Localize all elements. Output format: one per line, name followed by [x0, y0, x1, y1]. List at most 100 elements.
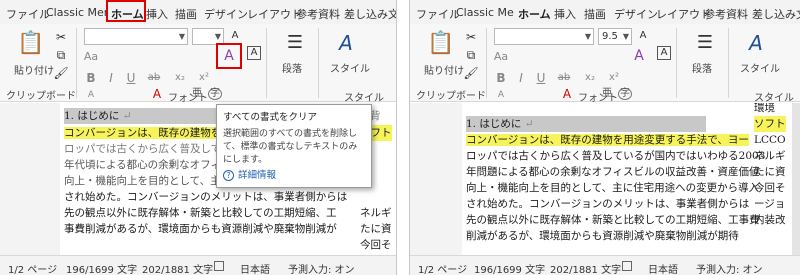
tab-mailings[interactable]: 差し込み文 — [344, 6, 396, 22]
tab-draw[interactable]: 描画 — [175, 6, 197, 22]
tab-draw[interactable]: 描画 — [584, 6, 606, 22]
tab-home[interactable]: ホーム — [518, 6, 551, 22]
body-line-1: コンバージョンは、既存の建物を用途変更する手法で、ヨー — [466, 134, 749, 146]
predictive-input[interactable]: 予測入力: オン — [696, 261, 763, 275]
help-icon: ? — [223, 170, 234, 181]
tab-design[interactable]: デザイン — [204, 6, 248, 22]
strikethrough-icon[interactable]: ab — [556, 70, 572, 86]
enclosed-char-icon[interactable]: 字 — [618, 88, 632, 100]
language[interactable]: 日本語 — [648, 261, 678, 275]
side-col-1: 環境 — [754, 103, 775, 114]
font-name-combo[interactable]: ▼ — [494, 28, 594, 45]
tab-file[interactable]: ファイル — [6, 6, 50, 22]
body-line-7: 削減があるが、環境面からも資源削減や廃棄物削減が期待 — [466, 230, 739, 242]
tab-references[interactable]: 参考資料 — [704, 6, 748, 22]
tab-references[interactable]: 参考資料 — [296, 6, 340, 22]
document-page[interactable]: 1. はじめに ↵ コンバージョンは、既存の建物を用途変更する手法で、ヨー ロッ… — [462, 103, 793, 255]
paragraph-icon[interactable]: ☰ — [692, 30, 718, 56]
char-border-icon[interactable]: A — [657, 46, 671, 60]
format-painter-icon[interactable]: 🖌 — [463, 66, 478, 80]
grow-font-icon[interactable]: A — [636, 29, 650, 43]
paragraph-label: 段落 — [282, 64, 302, 75]
ribbon: 📋 貼り付け ✂ ⧉ 🖌 クリップボード ▼ ▼ A Aa B I U ab x… — [0, 24, 396, 104]
superscript-icon[interactable]: x² — [196, 70, 212, 86]
styles-icon[interactable]: A — [332, 30, 360, 56]
page-count[interactable]: 1/2 ページ — [8, 261, 57, 275]
subscript-icon[interactable]: x₂ — [582, 70, 598, 86]
underline-icon[interactable]: U — [534, 70, 548, 86]
home-tab-highlight — [106, 0, 146, 22]
italic-icon[interactable]: I — [104, 70, 118, 86]
side-col-3: LCCO — [754, 134, 786, 146]
word-count[interactable]: 196/1699 文字 — [66, 261, 137, 275]
clear-formatting-icon[interactable]: A — [629, 46, 649, 66]
body-line-1: コンバージョンは、既存の建物を — [64, 127, 222, 139]
side-col-5: たに資 — [754, 166, 786, 178]
page-count[interactable]: 1/2 ページ — [418, 261, 467, 275]
learn-more-link[interactable]: ? 詳細情報 — [223, 167, 276, 181]
tab-insert[interactable]: 挿入 — [554, 6, 576, 22]
text-effects-icon[interactable]: A — [494, 90, 508, 100]
side-col-6: 今回そ — [754, 182, 786, 194]
tab-file[interactable]: ファイル — [416, 6, 460, 22]
paste-icon[interactable]: 📋 — [17, 30, 44, 58]
body-line-6: 先の観点以外に既存解体・新築と比較しての工期短縮、工事費 — [466, 214, 760, 226]
aa-icon[interactable]: Aa — [494, 48, 508, 64]
style-label: スタイル — [330, 64, 370, 75]
language[interactable]: 日本語 — [240, 261, 270, 275]
status-bar: 1/2 ページ 196/1699 文字 202/1881 文字 日本語 予測入力… — [410, 255, 800, 275]
tab-layout[interactable]: レイアウト — [247, 6, 302, 22]
bold-icon[interactable]: B — [494, 70, 508, 86]
body-line-4: 向上・機能向上を目的として、主に住宅用途への変更から導入 — [466, 182, 760, 194]
grow-font-icon[interactable]: A — [228, 29, 242, 43]
aa-icon[interactable]: Aa — [84, 48, 98, 64]
char-count[interactable]: 202/1881 文字 — [142, 261, 213, 275]
enclosed-char-icon[interactable]: 字 — [208, 88, 222, 100]
copy-icon[interactable]: ⧉ — [54, 48, 68, 62]
heading: 1. はじめに ↵ — [466, 116, 706, 132]
font-size-combo[interactable]: 9.5 ▼ — [598, 28, 632, 45]
text-effects-icon[interactable]: A — [84, 90, 98, 100]
divider — [397, 0, 409, 275]
paragraph-icon[interactable]: ☰ — [282, 30, 308, 56]
styles-icon[interactable]: A — [742, 30, 770, 56]
subscript-icon[interactable]: x₂ — [172, 70, 188, 86]
tab-mailings[interactable]: 差し込み文 — [752, 6, 800, 22]
paragraph-label: 段落 — [692, 64, 712, 75]
side-col-2: ソフト — [754, 116, 786, 132]
strikethrough-icon[interactable]: ab — [146, 70, 162, 86]
char-count[interactable]: 202/1881 文字 — [550, 261, 621, 275]
side-col-7: ージョ — [754, 198, 786, 210]
proofing-icon[interactable] — [622, 261, 632, 271]
body-line-2: ロッパでは古くから広く普及しているが国内ではいわゆる2003 — [466, 150, 766, 162]
paste-icon[interactable]: 📋 — [427, 30, 454, 58]
tab-design[interactable]: デザイン — [614, 6, 658, 22]
separator — [486, 28, 487, 98]
copy-icon[interactable]: ⧉ — [464, 48, 478, 62]
font-color-icon[interactable]: A — [560, 88, 574, 100]
proofing-icon[interactable] — [214, 261, 224, 271]
tab-classic-menu[interactable]: Classic Menu — [456, 6, 514, 19]
side-col-4: ネルギ — [754, 150, 786, 162]
tab-layout[interactable]: レイアウト — [656, 6, 711, 22]
body-line-5: され始めた。コンバージョンのメリットは、事業者側からは — [64, 191, 348, 203]
font-color-icon[interactable]: A — [150, 88, 164, 100]
font-group-label: フォント — [168, 93, 208, 104]
side-col-8: 内装改 — [754, 214, 786, 226]
bold-icon[interactable]: B — [84, 70, 98, 86]
char-border-icon[interactable]: A — [247, 46, 261, 60]
ribbon: 📋 貼り付け ✂ ⧉ 🖌 クリップボード ▼ 9.5 ▼ A Aa B I U a… — [410, 24, 800, 104]
underline-icon[interactable]: U — [124, 70, 138, 86]
tab-insert[interactable]: 挿入 — [146, 6, 168, 22]
cut-icon[interactable]: ✂ — [464, 30, 478, 44]
word-count[interactable]: 196/1699 文字 — [474, 261, 545, 275]
body-line-2: ロッパでは古くから広く普及して — [64, 143, 222, 155]
vertical-scrollbar[interactable] — [792, 103, 800, 255]
superscript-icon[interactable]: x² — [606, 70, 622, 86]
predictive-input[interactable]: 予測入力: オン — [288, 261, 355, 275]
font-name-combo[interactable]: ▼ — [84, 28, 188, 45]
cut-icon[interactable]: ✂ — [54, 30, 68, 44]
format-painter-icon[interactable]: 🖌 — [53, 66, 68, 80]
italic-icon[interactable]: I — [514, 70, 528, 86]
tab-classic-menu[interactable]: Classic Menu — [46, 6, 106, 19]
